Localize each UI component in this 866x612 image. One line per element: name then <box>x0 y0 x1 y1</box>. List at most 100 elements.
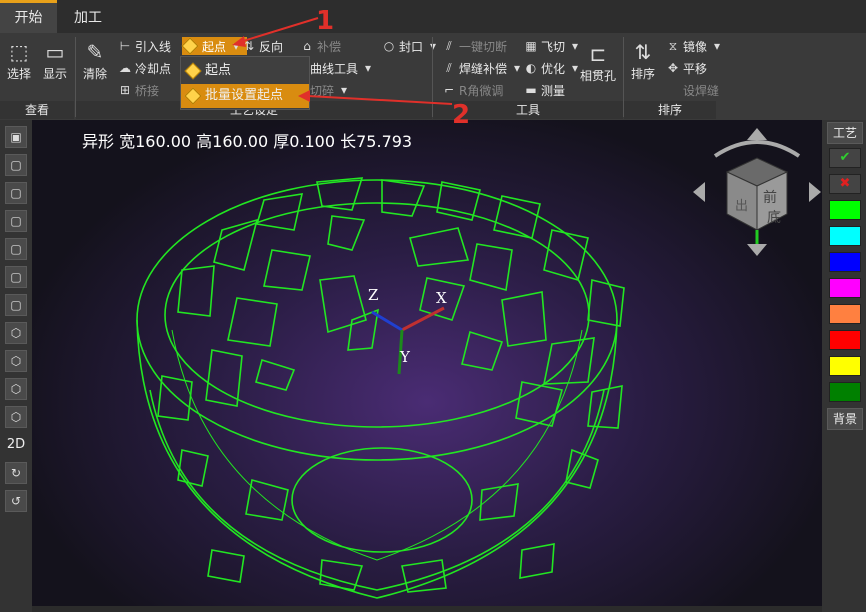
color-swatch-darkgreen[interactable] <box>829 382 861 402</box>
view-back-icon[interactable]: ▢ <box>5 182 27 204</box>
color-swatch-red[interactable] <box>829 330 861 350</box>
view-left-icon[interactable]: ▢ <box>5 210 27 232</box>
view-cube[interactable]: 前 底 出 <box>687 122 827 262</box>
r-angle-adjust-button[interactable]: ⌐ R角微调 <box>442 81 503 99</box>
optimize-button[interactable]: ◐ 优化 ▾ <box>524 59 582 77</box>
arrow-right-icon[interactable] <box>809 182 821 202</box>
view-top-icon[interactable]: ▢ <box>5 266 27 288</box>
circle-icon: ○ <box>383 39 395 53</box>
group-label-view: 查看 <box>0 101 74 119</box>
color-swatch-orange[interactable] <box>829 304 861 324</box>
select-icon: ⬚ <box>9 40 29 64</box>
arrow-down-icon[interactable] <box>747 244 767 256</box>
axis-label-x: X <box>436 289 447 307</box>
chevron-down-icon: ▾ <box>714 39 721 53</box>
group-label-sort: 排序 <box>624 101 716 119</box>
cross-icon[interactable]: ✖ <box>829 174 861 194</box>
cloud-icon: ☁ <box>119 61 131 75</box>
chevron-down-icon: ▾ <box>365 61 372 75</box>
view-cube-3-icon[interactable]: ⬡ <box>5 378 27 400</box>
compensate-icon: ⌂ <box>303 39 311 53</box>
dropdown-item-start-point[interactable]: 起点 <box>181 59 309 83</box>
color-swatch-green[interactable] <box>829 200 861 220</box>
axis-label-z: Z <box>368 286 378 304</box>
mirror-button[interactable]: ⧖ 镜像 ▾ <box>666 37 724 55</box>
cool-point-button[interactable]: ☁ 冷却点 <box>118 59 171 77</box>
pipe-icon: ⊏ <box>589 42 607 66</box>
arrow-left-icon[interactable] <box>693 182 705 202</box>
monitor-icon: ▭ <box>45 40 65 64</box>
color-swatch-blue[interactable] <box>829 252 861 272</box>
tab-process[interactable]: 加工 <box>57 0 119 33</box>
tab-start[interactable]: 开始 <box>0 0 57 33</box>
right-toolbar: 工艺 ✔ ✖ 背景 <box>822 120 866 612</box>
dropdown-item-batch-start-point[interactable]: 批量设置起点 <box>181 84 309 108</box>
intersect-hole-button[interactable]: ⊏ 相贯孔 <box>578 41 618 84</box>
weld-icon <box>666 83 680 97</box>
one-key-cut-button[interactable]: ⫽ 一键切断 <box>442 37 507 55</box>
ruler-icon: ▬ <box>525 83 537 97</box>
cube-face-bottom: 底 <box>767 210 781 226</box>
view-bottom-icon[interactable]: ▢ <box>5 294 27 316</box>
start-point-button[interactable]: 起点 ▾ <box>181 37 248 55</box>
chevron-down-icon: ▾ <box>341 83 348 97</box>
view-cube-1-icon[interactable]: ⬡ <box>5 322 27 344</box>
bridge-icon: ⊞ <box>119 83 131 97</box>
rotate-arc-icon[interactable] <box>713 140 801 158</box>
mirror-icon: ⧖ <box>668 39 678 53</box>
annotation-label-2: 2 <box>452 100 471 130</box>
corner-icon: ⌐ <box>443 83 455 97</box>
curve-tools-button[interactable]: 曲线工具 ▾ <box>310 59 375 77</box>
clear-button[interactable]: ✎ 清除 <box>78 39 112 82</box>
set-weld-button[interactable]: 设焊缝 <box>666 81 719 99</box>
view-cube-4-icon[interactable]: ⬡ <box>5 406 27 428</box>
view-iso-icon[interactable]: ▣ <box>5 126 27 148</box>
tab-bar: 开始 加工 <box>0 0 866 33</box>
lead-line-button[interactable]: ⊢ 引入线 <box>118 37 171 55</box>
diamond-icon <box>184 87 202 105</box>
view-cube-2-icon[interactable]: ⬡ <box>5 350 27 372</box>
check-icon[interactable]: ✔ <box>829 148 861 168</box>
view-right-icon[interactable]: ▢ <box>5 238 27 260</box>
axis-label-y: Y <box>399 348 411 366</box>
annotation-label-1: 1 <box>316 6 335 36</box>
optimize-icon: ◐ <box>525 61 537 75</box>
diamond-icon <box>181 37 199 55</box>
color-swatch-cyan[interactable] <box>829 226 861 246</box>
diamond-icon <box>184 62 202 80</box>
sort-button[interactable]: ⇅ 排序 <box>626 39 660 82</box>
bowl-mesh <box>136 177 625 599</box>
color-swatch-yellow[interactable] <box>829 356 861 376</box>
sort-icon: ⇅ <box>634 40 652 64</box>
background-button[interactable]: 背景 <box>827 408 863 430</box>
translate-icon: ✥ <box>667 61 679 75</box>
select-button[interactable]: ⬚ 选择 <box>2 39 36 82</box>
redo-icon[interactable]: ↻ <box>5 462 27 484</box>
view-2d-button[interactable]: 2D <box>4 434 28 456</box>
arrow-up-icon[interactable] <box>747 128 767 140</box>
craft-button[interactable]: 工艺 <box>827 122 863 144</box>
ribbon: ⬚ 选择 ▭ 显示 查看 ✎ 清除 ⊢ 引入线 ☁ 冷却点 ⊞ 桥接 起点 ▾ ⇅ 反向 … <box>0 33 866 121</box>
bridge-button[interactable]: ⊞ 桥接 <box>118 81 159 99</box>
3d-viewport[interactable]: X Z Y 前 底 出 <box>32 120 822 606</box>
measure-button[interactable]: ▬ 测量 <box>524 81 565 99</box>
chevron-down-icon: ▾ <box>514 61 521 75</box>
fly-cut-button[interactable]: ▦ 飞切 ▾ <box>524 37 582 55</box>
left-toolbar: ▣ ▢ ▢ ▢ ▢ ▢ ▢ ⬡ ⬡ ⬡ ⬡ 2D ↻ ↺ <box>0 120 32 612</box>
weld-icon: ⫽ <box>446 61 452 75</box>
broom-icon: ✎ <box>86 40 104 64</box>
reverse-button[interactable]: ⇅ 反向 <box>242 37 283 55</box>
part-info: 异形 宽160.00 高160.00 厚0.100 长75.793 <box>82 132 413 151</box>
translate-button[interactable]: ✥ 平移 <box>666 59 707 77</box>
chevron-down-icon: ▾ <box>233 39 240 53</box>
color-swatch-magenta[interactable] <box>829 278 861 298</box>
cut-button[interactable]: 切碎 ▾ <box>310 81 351 99</box>
display-button[interactable]: ▭ 显示 <box>38 39 72 82</box>
weld-compensate-button[interactable]: ⫽ 焊缝补偿 ▾ <box>442 59 524 77</box>
compensate-button[interactable]: ⌂ 补偿 <box>300 37 341 55</box>
start-point-dropdown: 起点 批量设置起点 <box>180 56 310 110</box>
cube-face-front: 前 <box>763 189 777 206</box>
view-front-icon[interactable]: ▢ <box>5 154 27 176</box>
chevron-down-icon: ▾ <box>430 39 437 53</box>
undo-icon[interactable]: ↺ <box>5 490 27 512</box>
